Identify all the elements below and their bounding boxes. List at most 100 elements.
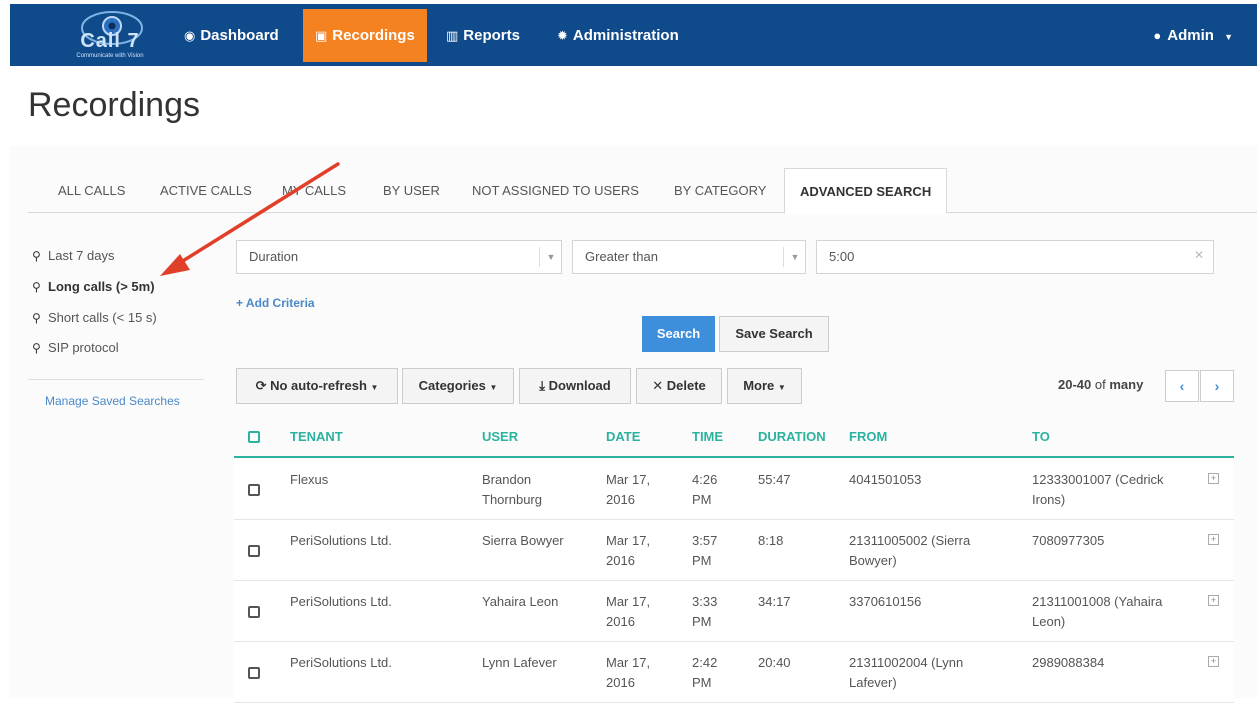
bar-chart-icon: ▥: [446, 28, 459, 43]
cell-time: 2:42 PM: [692, 655, 718, 690]
cell-tenant: PeriSolutions Ltd.: [290, 655, 392, 670]
chevron-down-icon: ▼: [489, 383, 498, 392]
criteria-value-input[interactable]: 5:00: [816, 240, 1214, 274]
table-row[interactable]: PeriSolutions Ltd. Lynn Lafever Mar 17, 2…: [234, 642, 1234, 703]
top-navbar: Call 7 Communicate with Vision ◉ Dashboar…: [10, 4, 1257, 66]
cell-user: Yahaira Leon: [482, 594, 559, 609]
column-header-to[interactable]: TO: [1032, 429, 1050, 444]
cell-from: 21311005002 (Sierra Bowyer): [849, 533, 971, 568]
call7-logo[interactable]: Call 7 Communicate with Vision: [50, 6, 170, 64]
sidebar-divider: [28, 379, 204, 380]
saved-search-item[interactable]: ⚲ SIP protocol: [32, 340, 119, 355]
expand-row-icon[interactable]: +: [1208, 473, 1219, 484]
user-icon: ●: [1153, 28, 1162, 43]
next-page-button[interactable]: ›: [1200, 370, 1234, 402]
search-button[interactable]: Search: [642, 316, 715, 352]
cell-from: 3370610156: [849, 594, 922, 609]
user-menu[interactable]: ● Admin ▼: [1153, 9, 1233, 62]
add-criteria-link[interactable]: + Add Criteria: [236, 296, 315, 310]
cell-date: Mar 17, 2016: [606, 655, 651, 690]
cell-to: 7080977305: [1032, 533, 1105, 548]
cell-date: Mar 17, 2016: [606, 533, 651, 568]
chevron-down-icon: ▼: [370, 383, 379, 392]
expand-row-icon[interactable]: +: [1208, 656, 1219, 667]
criteria-field-select[interactable]: Duration ▼: [236, 240, 562, 274]
cell-to: 12333001007 (Cedrick Irons): [1032, 472, 1164, 507]
cell-from: 4041501053: [849, 472, 922, 487]
table-row[interactable]: Flexus Brandon Thornburg Mar 17, 2016 4:26…: [234, 459, 1234, 520]
row-checkbox[interactable]: [248, 667, 260, 679]
cell-user: Lynn Lafever: [482, 655, 557, 670]
chevron-down-icon: ▼: [1224, 32, 1233, 42]
tab-active-calls[interactable]: ACTIVE CALLS: [160, 168, 252, 213]
cell-tenant: Flexus: [290, 472, 329, 487]
nav-dashboard[interactable]: ◉ Dashboard: [172, 9, 291, 62]
categories-dropdown[interactable]: Categories ▼: [402, 368, 514, 404]
row-checkbox[interactable]: [248, 484, 260, 496]
cell-to: 21311001008 (Yahaira Leon): [1032, 594, 1163, 629]
cell-time: 3:57 PM: [692, 533, 718, 568]
row-checkbox[interactable]: [248, 606, 260, 618]
cell-duration: 55:47: [758, 472, 791, 487]
cell-tenant: PeriSolutions Ltd.: [290, 594, 392, 609]
saved-search-item[interactable]: ⚲ Last 7 days: [32, 248, 115, 263]
expand-row-icon[interactable]: +: [1208, 534, 1219, 545]
column-header-tenant[interactable]: TENANT: [290, 429, 343, 444]
nav-reports[interactable]: ▥ Reports: [434, 9, 532, 62]
select-all-checkbox[interactable]: [248, 431, 260, 443]
search-icon: ⚲: [32, 341, 41, 355]
cell-date: Mar 17, 2016: [606, 594, 651, 629]
column-header-date[interactable]: DATE: [606, 429, 640, 444]
cell-duration: 34:17: [758, 594, 791, 609]
prev-page-button[interactable]: ‹: [1165, 370, 1199, 402]
table-row[interactable]: PeriSolutions Ltd. Sierra Bowyer Mar 17,…: [234, 520, 1234, 581]
auto-refresh-dropdown[interactable]: ⟳ No auto-refresh ▼: [236, 368, 398, 404]
select-separator: [539, 247, 540, 267]
saved-search-item[interactable]: ⚲ Short calls (< 15 s): [32, 310, 157, 325]
table-header: TENANT USER DATE TIME DURATION FROM TO: [234, 420, 1234, 458]
tab-all-calls[interactable]: ALL CALLS: [58, 168, 125, 213]
table-row[interactable]: PeriSolutions Ltd. Yahaira Leon Mar 17, 2…: [234, 581, 1234, 642]
column-header-time[interactable]: TIME: [692, 429, 723, 444]
nav-administration[interactable]: ✹ Administration: [545, 9, 691, 62]
chevron-down-icon: ▼: [546, 252, 556, 262]
column-header-user[interactable]: USER: [482, 429, 518, 444]
chevron-right-icon: ›: [1214, 378, 1220, 394]
tab-advanced-search[interactable]: ADVANCED SEARCH: [784, 168, 948, 214]
saved-search-item[interactable]: ⚲ Long calls (> 5m): [32, 279, 155, 294]
more-dropdown[interactable]: More ▼: [727, 368, 802, 404]
remove-criteria-icon[interactable]: ✕: [1194, 248, 1204, 262]
cell-user: Brandon Thornburg: [482, 472, 542, 507]
tab-not-assigned[interactable]: NOT ASSIGNED TO USERS: [472, 168, 639, 213]
tab-by-user[interactable]: BY USER: [383, 168, 440, 213]
pager-range: 20-40 of many: [1058, 377, 1144, 392]
tab-by-category[interactable]: BY CATEGORY: [674, 168, 766, 213]
search-icon: ⚲: [32, 280, 41, 294]
cell-duration: 8:18: [758, 533, 784, 548]
tab-my-calls[interactable]: MY CALLS: [282, 168, 346, 213]
search-icon: ⚲: [32, 311, 41, 325]
gear-icon: ✹: [557, 28, 568, 43]
cell-duration: 20:40: [758, 655, 791, 670]
chevron-down-icon: ▼: [790, 252, 800, 262]
cell-tenant: PeriSolutions Ltd.: [290, 533, 392, 548]
column-header-duration[interactable]: DURATION: [758, 429, 826, 444]
cell-time: 4:26 PM: [692, 472, 718, 507]
download-button[interactable]: ⤓ Download: [519, 368, 631, 404]
nav-recordings[interactable]: ▣ Recordings: [303, 9, 427, 62]
select-separator: [783, 247, 784, 267]
refresh-icon: ⟳: [255, 378, 267, 393]
brand-name: Call 7: [80, 30, 140, 52]
row-checkbox[interactable]: [248, 545, 260, 557]
close-icon: ✕: [652, 378, 664, 393]
cell-from: 21311002004 (Lynn Lafever): [849, 655, 964, 690]
cell-time: 3:33 PM: [692, 594, 718, 629]
chevron-left-icon: ‹: [1179, 378, 1185, 394]
manage-saved-searches-link[interactable]: Manage Saved Searches: [45, 394, 180, 408]
criteria-operator-select[interactable]: Greater than ▼: [572, 240, 806, 274]
column-header-from[interactable]: FROM: [849, 429, 887, 444]
cell-date: Mar 17, 2016: [606, 472, 651, 507]
save-search-button[interactable]: Save Search: [719, 316, 829, 352]
expand-row-icon[interactable]: +: [1208, 595, 1219, 606]
delete-button[interactable]: ✕ Delete: [636, 368, 722, 404]
